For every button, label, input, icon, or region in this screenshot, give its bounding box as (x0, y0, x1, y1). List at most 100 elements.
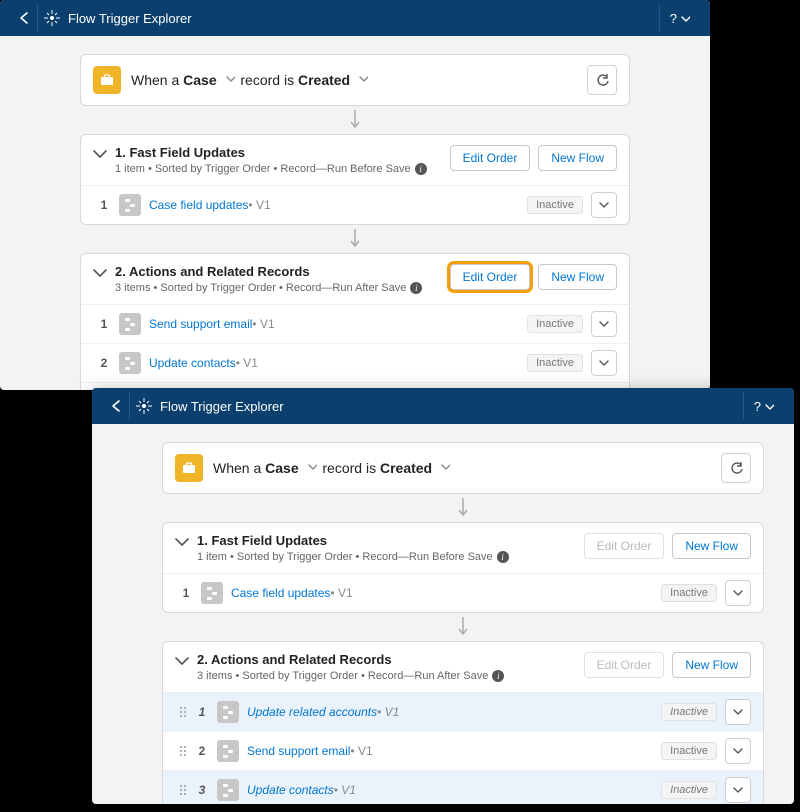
grip-icon (178, 744, 188, 758)
flow-link[interactable]: Send support email (247, 744, 350, 758)
trigger-card: When a Case record is Created (162, 442, 764, 494)
section-subtitle: 1 item • Sorted by Trigger Order • Recor… (197, 551, 584, 563)
flow-row[interactable]: 3 Update contacts • V1 Inactive (163, 771, 763, 804)
app-title-group: Flow Trigger Explorer (136, 398, 284, 414)
section-header: 2. Actions and Related Records 3 items •… (81, 254, 629, 305)
collapse-toggle[interactable] (171, 652, 193, 667)
flow-link[interactable]: Update related accounts (247, 705, 377, 719)
new-flow-button[interactable]: New Flow (538, 264, 617, 290)
trigger-sentence: When a Case record is Created (213, 460, 452, 476)
caret-down-icon (680, 13, 690, 23)
info-icon[interactable]: i (492, 670, 504, 682)
window-after: Flow Trigger Explorer ? When a Case reco… (92, 388, 794, 804)
section-subtitle: 1 item • Sorted by Trigger Order • Recor… (115, 163, 450, 175)
flow-list: 1 Case field updates • V1 Inactive (81, 186, 629, 224)
flow-icon (201, 582, 223, 604)
section-title: 2. Actions and Related Records (197, 652, 584, 667)
refresh-button[interactable] (587, 65, 617, 95)
drag-handle[interactable] (175, 705, 191, 719)
flow-row[interactable]: 2 Send support email • V1 Inactive (163, 732, 763, 771)
flow-version: • V1 (236, 356, 258, 370)
flow-row: 1 Case field updates • V1 Inactive (163, 574, 763, 612)
event-picker[interactable] (440, 461, 450, 471)
section-fast-field-updates: 1. Fast Field Updates 1 item • Sorted by… (80, 134, 630, 225)
edit-order-button[interactable]: Edit Order (450, 264, 531, 290)
edit-order-button: Edit Order (584, 533, 665, 559)
object-picker[interactable] (307, 461, 317, 471)
flow-version: • V1 (350, 744, 372, 758)
flow-version: • V1 (252, 317, 274, 331)
info-icon[interactable]: i (415, 163, 427, 175)
help-button[interactable]: ? (743, 392, 784, 420)
app-title: Flow Trigger Explorer (68, 11, 192, 26)
flow-icon (217, 779, 239, 801)
back-button[interactable] (10, 4, 38, 32)
flow-version: • V1 (248, 198, 270, 212)
drag-handle[interactable] (175, 744, 191, 758)
flow-row[interactable]: 1 Update related accounts • V1 Inactive (163, 693, 763, 732)
row-menu-button[interactable] (591, 192, 617, 218)
window-before: Flow Trigger Explorer ? When a Case reco… (0, 0, 710, 390)
row-menu-button[interactable] (725, 777, 751, 803)
app-header: Flow Trigger Explorer ? (92, 388, 794, 424)
trigger-card: When a Case record is Created (80, 54, 630, 106)
row-menu-button[interactable] (591, 350, 617, 376)
flow-link[interactable]: Send support email (149, 317, 252, 331)
row-menu-button[interactable] (725, 738, 751, 764)
row-menu-button[interactable] (725, 699, 751, 725)
section-actions-related-records: 2. Actions and Related Records 3 items •… (162, 641, 764, 804)
status-badge: Inactive (661, 584, 717, 602)
connector (80, 225, 630, 253)
status-badge: Inactive (661, 703, 717, 721)
flow-version: • V1 (334, 783, 356, 797)
flow-list: 1 Send support email • V1 Inactive 2 Upd… (81, 305, 629, 390)
status-badge: Inactive (527, 315, 583, 333)
drag-handle[interactable] (175, 783, 191, 797)
section-header: 1. Fast Field Updates 1 item • Sorted by… (163, 523, 763, 574)
refresh-button[interactable] (721, 453, 751, 483)
sparkle-icon (44, 10, 60, 26)
flow-link[interactable]: Update contacts (247, 783, 334, 797)
sparkle-icon (136, 398, 152, 414)
row-number: 1 (93, 198, 115, 212)
refresh-icon (729, 461, 743, 475)
section-title: 1. Fast Field Updates (197, 533, 584, 548)
flow-row: 2 Update contacts • V1 Inactive (81, 344, 629, 383)
chevron-down-icon (93, 267, 107, 279)
app-header: Flow Trigger Explorer ? (0, 0, 710, 36)
app-title-group: Flow Trigger Explorer (44, 10, 192, 26)
new-flow-button[interactable]: New Flow (672, 652, 751, 678)
briefcase-icon (93, 66, 121, 94)
info-icon[interactable]: i (497, 551, 509, 563)
back-button[interactable] (102, 392, 130, 420)
row-menu-button[interactable] (591, 311, 617, 337)
status-badge: Inactive (527, 354, 583, 372)
chevron-down-icon (175, 655, 189, 667)
app-title: Flow Trigger Explorer (160, 399, 284, 414)
section-subtitle: 3 items • Sorted by Trigger Order • Reco… (115, 282, 450, 294)
object-picker[interactable] (225, 73, 235, 83)
row-number: 1 (191, 705, 213, 719)
collapse-toggle[interactable] (89, 145, 111, 160)
new-flow-button[interactable]: New Flow (672, 533, 751, 559)
content-area: When a Case record is Created 1. Fast Fi… (0, 36, 710, 390)
status-badge: Inactive (527, 196, 583, 214)
flow-row: 1 Case field updates • V1 Inactive (81, 186, 629, 224)
row-menu-button[interactable] (725, 580, 751, 606)
flow-link[interactable]: Update contacts (149, 356, 236, 370)
help-button[interactable]: ? (659, 4, 700, 32)
caret-down-icon (764, 401, 774, 411)
briefcase-icon (175, 454, 203, 482)
flow-row: 1 Send support email • V1 Inactive (81, 305, 629, 344)
collapse-toggle[interactable] (89, 264, 111, 279)
flow-link[interactable]: Case field updates (149, 198, 248, 212)
grip-icon (178, 705, 188, 719)
section-header: 1. Fast Field Updates 1 item • Sorted by… (81, 135, 629, 186)
new-flow-button[interactable]: New Flow (538, 145, 617, 171)
flow-version: • V1 (377, 705, 399, 719)
event-picker[interactable] (358, 73, 368, 83)
info-icon[interactable]: i (410, 282, 422, 294)
flow-link[interactable]: Case field updates (231, 586, 330, 600)
edit-order-button[interactable]: Edit Order (450, 145, 531, 171)
collapse-toggle[interactable] (171, 533, 193, 548)
